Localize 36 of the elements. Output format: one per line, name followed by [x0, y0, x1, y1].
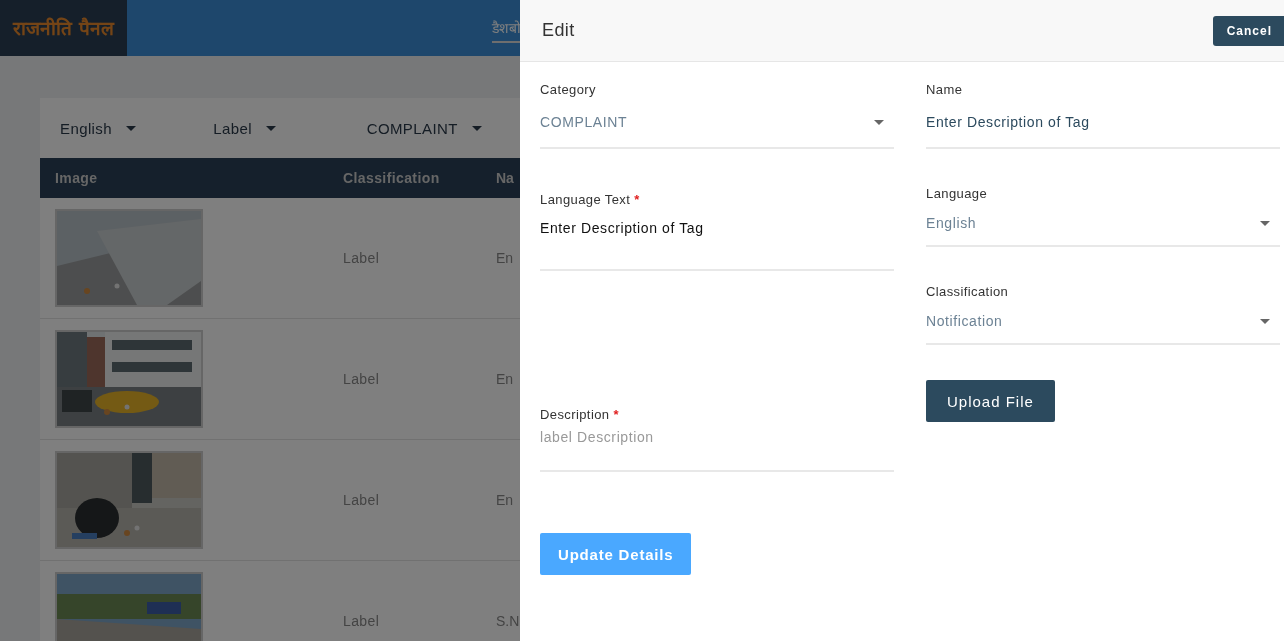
filter-dropdown[interactable]: Label [213, 119, 367, 137]
input-field[interactable]: Enter Description of Tag [540, 207, 894, 271]
column-header: Classification [343, 170, 440, 186]
field-label: Classification [926, 284, 1010, 299]
caret-icon [471, 125, 482, 131]
select-field[interactable]: Notification [926, 299, 1280, 345]
input-field[interactable]: Enter Description of Tag [926, 97, 1280, 149]
table-cell: En [496, 371, 514, 387]
caret-icon [1260, 220, 1270, 226]
select-field[interactable]: English [926, 201, 1280, 247]
input-field[interactable]: label Description [540, 422, 894, 472]
caret-icon [1260, 318, 1270, 324]
table-cell: En [496, 492, 514, 508]
caret-icon [266, 125, 277, 131]
update-details-button[interactable]: Update Details [540, 533, 692, 575]
column-header: Image [55, 170, 98, 186]
table-cell: S.N [496, 613, 520, 629]
upload-file-button[interactable]: Upload File [926, 380, 1055, 422]
table-cell: Label [343, 250, 380, 266]
field-label: Language Text * [540, 192, 641, 207]
cancel-button[interactable]: Cancel [1212, 15, 1284, 46]
select-field[interactable]: COMPLAINT [540, 97, 894, 149]
drawer-title: Edit [542, 20, 575, 41]
field-label: Category [540, 82, 597, 97]
filter-dropdown[interactable]: English [60, 119, 214, 137]
caret-icon [874, 119, 884, 125]
table-cell: Label [343, 371, 380, 387]
table-cell: Label [343, 613, 380, 629]
field-label: Language [926, 186, 989, 201]
field-label: Description * [540, 408, 620, 422]
table-cell: En [496, 250, 514, 266]
table-cell: Label [343, 492, 380, 508]
filter-dropdown[interactable]: COMPLAINT [366, 119, 520, 137]
column-header: Na [496, 170, 514, 186]
field-label: Name [926, 82, 964, 97]
caret-icon [126, 125, 136, 131]
